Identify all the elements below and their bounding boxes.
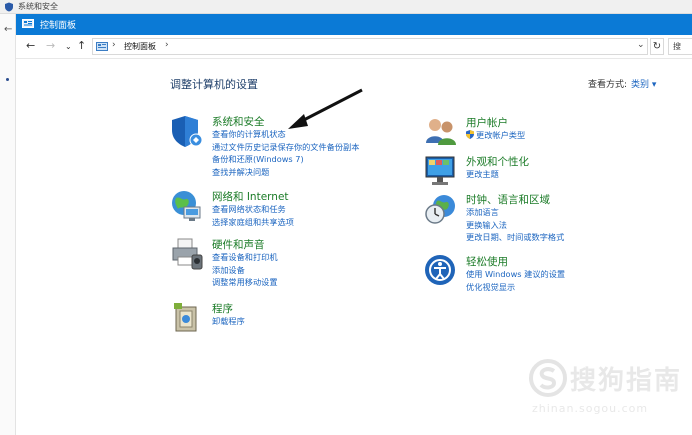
- page-title: 调整计算机的设置: [170, 78, 258, 91]
- security-shield-icon[interactable]: [170, 114, 204, 148]
- link-add-device[interactable]: 添加设备: [212, 264, 278, 277]
- control-panel-icon: [96, 42, 108, 51]
- clock-globe-icon[interactable]: [424, 192, 458, 226]
- ease-of-access-icon[interactable]: [424, 254, 458, 288]
- search-input[interactable]: 搜: [668, 38, 692, 55]
- category-title[interactable]: 系统和安全: [212, 114, 265, 129]
- link-troubleshoot[interactable]: 查找并解决问题: [212, 166, 359, 179]
- background-window-titlebar: 系统和安全: [0, 0, 692, 14]
- watermark: 搜狗指南 zhinan.sogou.com: [528, 358, 692, 418]
- recent-locations-dropdown[interactable]: ⌄: [65, 41, 72, 53]
- view-by: 查看方式: 类别 ▾: [588, 77, 656, 90]
- network-globe-icon[interactable]: [170, 189, 204, 223]
- appearance-monitor-icon[interactable]: [424, 154, 458, 188]
- control-panel-icon: [22, 19, 34, 28]
- watermark-url: zhinan.sogou.com: [532, 402, 649, 415]
- view-by-dropdown[interactable]: 类别 ▾: [631, 80, 656, 90]
- link-add-language[interactable]: 添加语言: [466, 206, 564, 219]
- link-optimize-visual-display[interactable]: 优化视觉显示: [466, 281, 565, 294]
- address-toolbar: ← → ⌄ ↑ › 控制面板 › ⌄ ↻ 搜: [16, 35, 692, 59]
- category-title[interactable]: 轻松使用: [466, 254, 508, 269]
- link-view-computer-status[interactable]: 查看你的计算机状态: [212, 128, 359, 141]
- arrow-annotation-icon: [288, 88, 363, 129]
- link-uninstall-program[interactable]: 卸载程序: [212, 315, 245, 328]
- watermark-text: 搜狗指南: [570, 366, 683, 396]
- category-title[interactable]: 网络和 Internet: [212, 189, 289, 204]
- shield-icon: [5, 2, 13, 12]
- link-homegroup[interactable]: 选择家庭组和共享选项: [212, 216, 294, 229]
- background-window-side: ←: [0, 14, 16, 435]
- category-title[interactable]: 用户帐户: [466, 115, 508, 130]
- bullet-icon: [6, 78, 9, 81]
- category-title[interactable]: 程序: [212, 301, 233, 316]
- link-change-account-type[interactable]: 更改帐户类型: [466, 129, 525, 142]
- category-title[interactable]: 硬件和声音: [212, 237, 265, 252]
- back-arrow-icon[interactable]: ←: [4, 24, 12, 35]
- control-panel-window: 控制面板 ← → ⌄ ↑ › 控制面板 › ⌄ ↻ 搜 调整计算机的设置 查看方…: [16, 14, 692, 435]
- sogou-logo-icon: [529, 359, 567, 397]
- uac-shield-icon: [466, 130, 474, 139]
- background-window-title: 系统和安全: [18, 2, 58, 11]
- window-titlebar[interactable]: 控制面板: [16, 14, 692, 35]
- back-button[interactable]: ←: [26, 40, 35, 52]
- link-change-input-method[interactable]: 更换输入法: [466, 219, 564, 232]
- category-title[interactable]: 时钟、语言和区域: [466, 192, 550, 207]
- programs-icon[interactable]: [170, 301, 204, 335]
- window-title: 控制面板: [40, 21, 77, 31]
- link-mobility-settings[interactable]: 调整常用移动设置: [212, 276, 278, 289]
- up-button[interactable]: ↑: [77, 40, 86, 52]
- printer-icon[interactable]: [170, 237, 204, 271]
- view-by-label: 查看方式:: [588, 80, 628, 90]
- link-devices-printers[interactable]: 查看设备和打印机: [212, 251, 278, 264]
- user-accounts-icon[interactable]: [424, 115, 458, 149]
- link-change-theme[interactable]: 更改主题: [466, 168, 499, 181]
- link-backup-restore[interactable]: 备份和还原(Windows 7): [212, 153, 359, 166]
- category-title[interactable]: 外观和个性化: [466, 154, 529, 169]
- address-field[interactable]: › 控制面板 › ⌄: [92, 38, 648, 55]
- link-recommended-settings[interactable]: 使用 Windows 建议的设置: [466, 268, 565, 281]
- link-network-status[interactable]: 查看网络状态和任务: [212, 203, 294, 216]
- address-dropdown-icon[interactable]: ⌄: [637, 40, 645, 50]
- refresh-button[interactable]: ↻: [650, 38, 664, 55]
- breadcrumb-separator[interactable]: ›: [112, 40, 116, 50]
- breadcrumb-control-panel[interactable]: 控制面板: [124, 41, 156, 52]
- link-change-date-time-format[interactable]: 更改日期、时间或数字格式: [466, 231, 564, 244]
- link-file-history[interactable]: 通过文件历史记录保存你的文件备份副本: [212, 141, 359, 154]
- breadcrumb-separator[interactable]: ›: [165, 40, 169, 50]
- forward-button[interactable]: →: [46, 40, 55, 52]
